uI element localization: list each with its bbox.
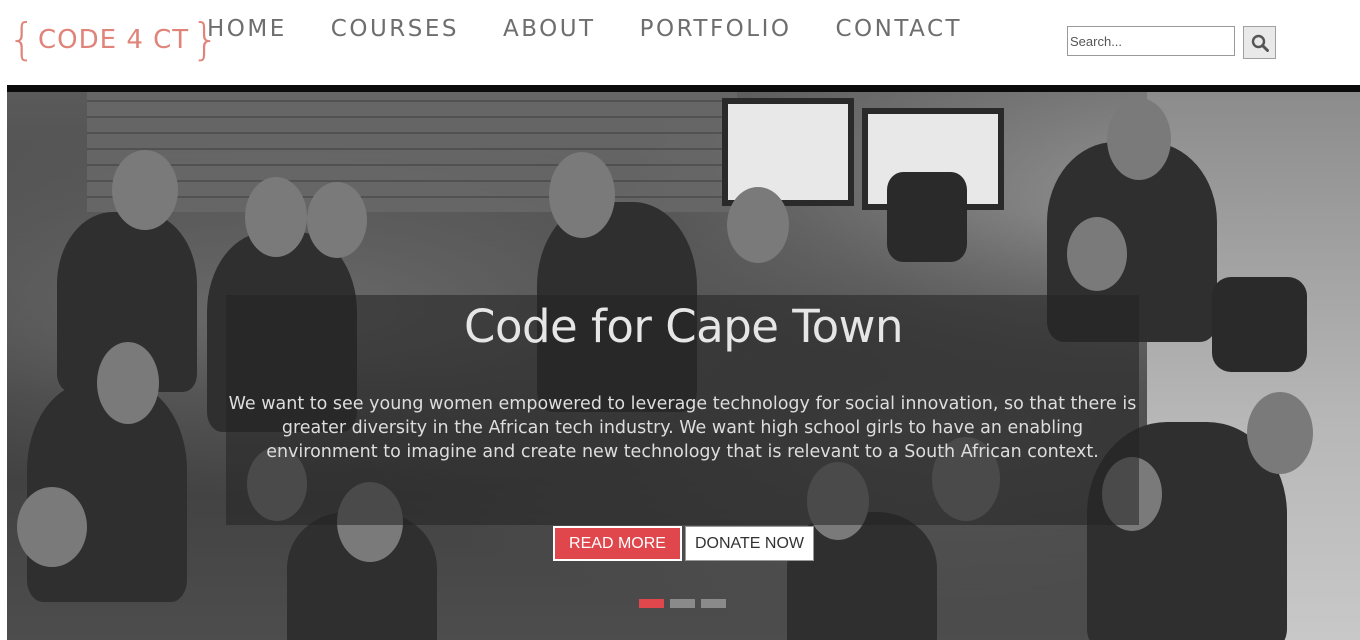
person-face [17,487,87,567]
person-face [727,187,789,263]
slide-indicator-3[interactable] [701,599,726,608]
person-face [1107,98,1171,180]
search-button[interactable] [1243,26,1276,59]
person-face [245,177,307,257]
person-face [97,342,159,424]
nav-courses[interactable]: COURSES [331,16,459,42]
nav-home[interactable]: HOME [207,16,287,42]
slider-indicators [639,599,726,608]
logo-left-brace: { [8,14,36,65]
background-window [722,98,854,206]
person-face [549,152,615,238]
read-more-button[interactable]: READ MORE [553,526,682,561]
slide-indicator-1[interactable] [639,599,664,608]
person-face [112,150,178,230]
nav-about[interactable]: ABOUT [503,16,596,42]
logo-text: CODE 4 CT [38,25,190,55]
hero-slider: Code for Cape Town We want to see young … [7,92,1360,640]
site-logo[interactable]: { CODE 4 CT } [8,14,219,66]
nav-contact[interactable]: CONTACT [835,16,962,42]
nav-portfolio[interactable]: PORTFOLIO [640,16,792,42]
person-face [307,182,367,258]
main-nav: HOME COURSES ABOUT PORTFOLIO CONTACT [207,16,1006,42]
search-input[interactable] [1067,26,1235,56]
person-face [1067,217,1127,291]
header-divider [7,85,1360,92]
background-brick-wall [87,92,737,212]
backpack [887,172,967,262]
hero-title: Code for Cape Town [464,300,903,353]
hero-description: We want to see young women empowered to … [228,394,1137,462]
search-icon [1251,34,1269,52]
donate-now-button[interactable]: DONATE NOW [685,526,814,561]
person-face [1247,392,1313,474]
slide-indicator-2[interactable] [670,599,695,608]
